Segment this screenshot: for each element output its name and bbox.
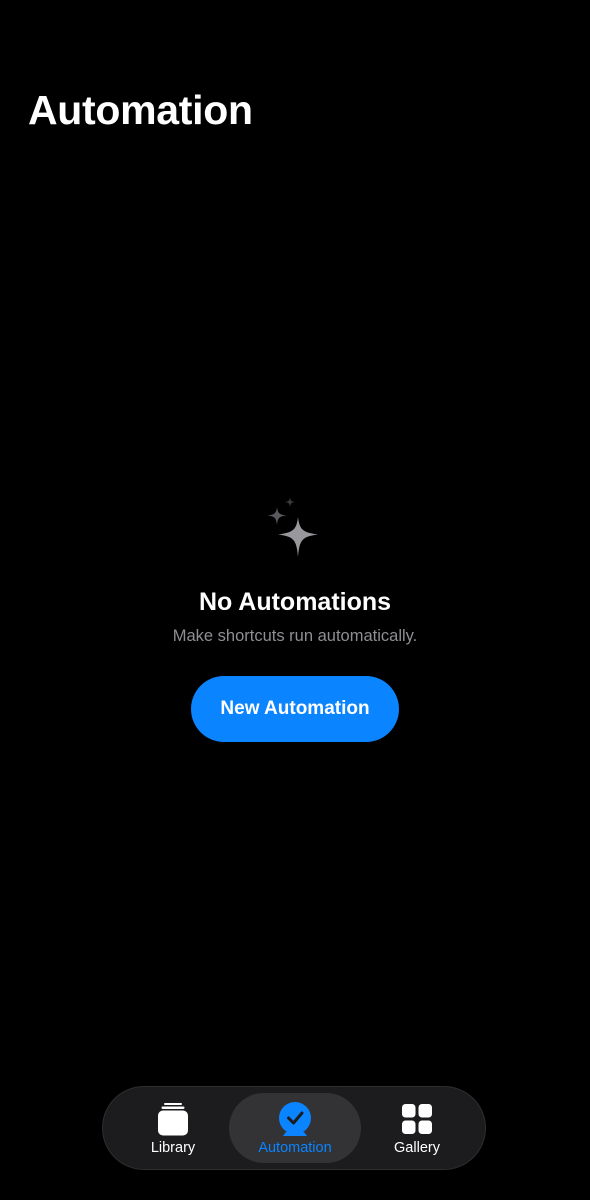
empty-state: No Automations Make shortcuts run automa… — [0, 495, 590, 742]
tab-bar: Library Automation Gallery — [102, 1086, 486, 1170]
automation-clock-icon — [279, 1102, 311, 1136]
library-stack-icon — [158, 1103, 188, 1136]
sparkles-icon — [267, 497, 318, 557]
new-automation-button[interactable]: New Automation — [191, 676, 399, 742]
automation-screen: Automation No Automations Make shortcuts… — [0, 0, 590, 1200]
tab-automation-label: Automation — [258, 1140, 332, 1156]
empty-state-subtitle: Make shortcuts run automatically. — [172, 627, 418, 645]
page-title: Automation — [28, 87, 253, 133]
tab-gallery[interactable]: Gallery — [357, 1093, 477, 1163]
tab-gallery-label: Gallery — [394, 1140, 440, 1156]
gallery-grid-icon — [402, 1104, 432, 1134]
empty-state-title: No Automations — [198, 588, 392, 616]
tab-library-label: Library — [150, 1140, 196, 1156]
tab-library[interactable]: Library — [113, 1093, 233, 1163]
tab-automation[interactable]: Automation — [229, 1093, 361, 1163]
